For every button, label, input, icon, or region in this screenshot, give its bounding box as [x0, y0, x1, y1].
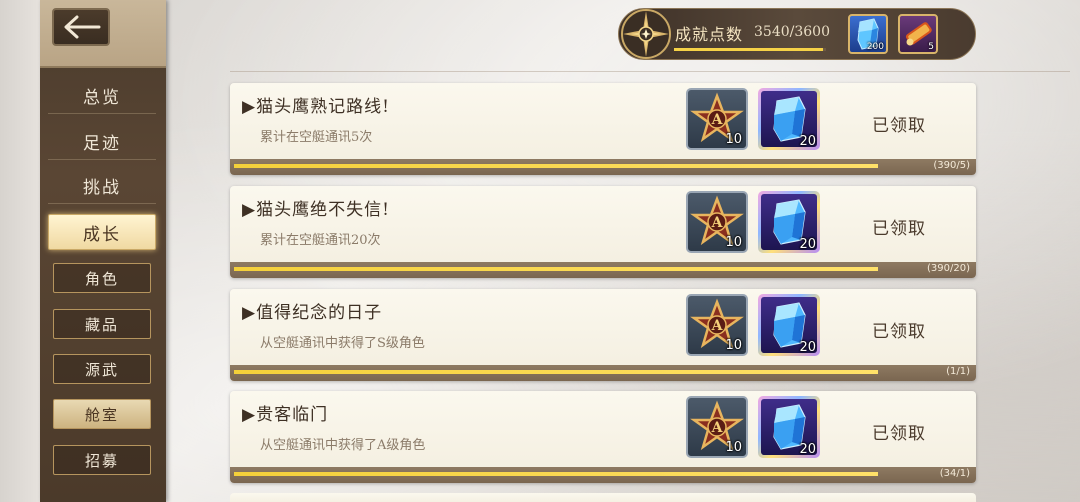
- achievement-progress-bar: [234, 164, 878, 168]
- achievement-card: ▶贵客临门 从空艇通讯中获得了A级角色 A 10 20 已领取 (34/1): [230, 391, 976, 483]
- background-edge: [0, 0, 40, 502]
- svg-text:A: A: [711, 112, 724, 128]
- achievement-progress-footer: (390/20): [230, 262, 976, 278]
- nav-item-overview[interactable]: 总览: [48, 78, 156, 114]
- subnav-item-collection[interactable]: 藏品: [53, 309, 151, 339]
- achievement-card: ▶猫头鹰绝不失信! 累计在空艇通讯20次 A 10 20 已领取 (390/20…: [230, 186, 976, 278]
- reward-crystal[interactable]: 20: [758, 191, 820, 253]
- achievement-title: ▶猫头鹰熟记路线!: [242, 97, 390, 117]
- subnav-item-character[interactable]: 角色: [53, 263, 151, 293]
- subnav-item-source-weapon[interactable]: 源武: [53, 354, 151, 384]
- subnav-item-label: 舱室: [84, 405, 119, 424]
- compass-medal-icon: [621, 9, 671, 59]
- achievement-progress-footer: (390/5): [230, 159, 976, 175]
- achievement-card: ▶猫头鹰熟记路线! 累计在空艇通讯5次 A 10 20 已领取 (390/5): [230, 83, 976, 175]
- reward-count: 20: [799, 237, 816, 252]
- subnav-item-label: 藏品: [84, 315, 119, 334]
- achievement-progress-fill: [234, 164, 878, 168]
- achievement-points-progress-fill: [674, 48, 824, 51]
- achievement-card-next: [230, 493, 976, 502]
- nav-item-label: 总览: [83, 88, 121, 108]
- svg-text:A: A: [711, 420, 724, 436]
- achievement-description: 累计在空艇通讯5次: [260, 130, 373, 145]
- total-reward-crystal[interactable]: 200: [848, 14, 888, 54]
- reward-star-badge[interactable]: A 10: [686, 191, 748, 253]
- achievement-progress-fill: [234, 370, 878, 374]
- reward-count: 200: [866, 42, 884, 52]
- achievement-title: ▶贵客临门: [242, 405, 329, 425]
- achievement-progress-fill: [234, 472, 878, 476]
- achievement-progress-text: (390/5): [933, 160, 970, 171]
- back-button[interactable]: [52, 8, 110, 46]
- achievement-progress-text: (1/1): [946, 366, 970, 377]
- achievement-progress-fill: [234, 267, 878, 271]
- subnav-item-cabin[interactable]: 舱室: [53, 399, 151, 429]
- reward-count: 20: [799, 340, 816, 355]
- reward-star-badge[interactable]: A 10: [686, 88, 748, 150]
- svg-text:A: A: [711, 215, 724, 231]
- reward-star-badge[interactable]: A 10: [686, 396, 748, 458]
- svg-text:A: A: [711, 318, 724, 334]
- subnav-item-label: 角色: [84, 269, 119, 288]
- reward-crystal[interactable]: 20: [758, 294, 820, 356]
- subnav-item-recruit[interactable]: 招募: [53, 445, 151, 475]
- reward-crystal[interactable]: 20: [758, 88, 820, 150]
- achievement-progress-bar: [234, 267, 878, 271]
- achievement-progress-bar: [234, 370, 878, 374]
- achievement-progress-footer: (34/1): [230, 467, 976, 483]
- reward-count: 10: [725, 132, 742, 147]
- subnav-item-label: 源武: [84, 360, 119, 379]
- achievement-progress-text: (34/1): [939, 468, 970, 479]
- nav-item-label: 足迹: [83, 134, 121, 154]
- nav-item-label: 挑战: [83, 178, 121, 198]
- reward-count: 10: [725, 235, 742, 250]
- achievement-description: 累计在空艇通讯20次: [260, 233, 381, 248]
- achievement-points-label: 成就点数: [675, 25, 744, 44]
- sidebar: 总览 足迹 挑战 成长 角色 藏品 源武 舱室 招募: [40, 0, 166, 502]
- achievement-description: 从空艇通讯中获得了A级角色: [260, 438, 426, 453]
- achievement-title: ▶猫头鹰绝不失信!: [242, 200, 390, 220]
- subnav-item-label: 招募: [84, 451, 119, 470]
- achievement-progress-bar: [234, 472, 878, 476]
- achievement-progress-footer: (1/1): [230, 365, 976, 381]
- claim-status: 已领取: [872, 219, 926, 239]
- total-reward-scroll[interactable]: 5: [898, 14, 938, 54]
- nav-item-footprint[interactable]: 足迹: [48, 124, 156, 160]
- back-arrow-icon: [64, 15, 101, 39]
- nav-item-growth[interactable]: 成长: [48, 214, 156, 250]
- reward-count: 10: [725, 440, 742, 455]
- achievement-progress-text: (390/20): [927, 263, 970, 274]
- reward-count: 20: [799, 134, 816, 149]
- achievement-points-value: 3540/3600: [754, 24, 830, 40]
- nav-item-label: 成长: [83, 224, 121, 245]
- header-divider: [230, 71, 1070, 72]
- reward-star-badge[interactable]: A 10: [686, 294, 748, 356]
- achievement-title: ▶值得纪念的日子: [242, 303, 383, 323]
- reward-count: 10: [725, 338, 742, 353]
- claim-status: 已领取: [872, 322, 926, 342]
- achievement-card: ▶值得纪念的日子 从空艇通讯中获得了S级角色 A 10 20 已领取 (1/1): [230, 289, 976, 381]
- sidebar-header: [40, 0, 166, 68]
- claim-status: 已领取: [872, 116, 926, 136]
- claim-status: 已领取: [872, 424, 926, 444]
- reward-count: 20: [799, 442, 816, 457]
- achievement-points-progress: [674, 48, 826, 51]
- reward-count: 5: [928, 42, 934, 52]
- reward-crystal[interactable]: 20: [758, 396, 820, 458]
- nav-item-challenge[interactable]: 挑战: [48, 168, 156, 204]
- achievement-description: 从空艇通讯中获得了S级角色: [260, 336, 425, 351]
